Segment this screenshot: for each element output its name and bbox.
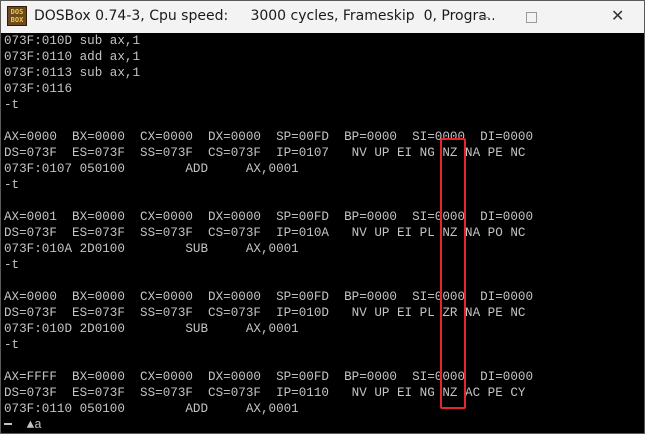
close-icon: ✕: [611, 6, 625, 25]
console-line: 073F:0110 add ax,1: [4, 50, 141, 64]
minimize-icon: [479, 17, 489, 18]
dosbox-icon: DOS BOX: [7, 6, 27, 26]
console-line: -t: [4, 98, 20, 112]
console-line: DS=073F ES=073F SS=073F CS=073F IP=010A …: [4, 226, 526, 240]
console-line: AX=0000 BX=0000 CX=0000 DX=0000 SP=00FD …: [4, 290, 534, 304]
dos-console[interactable]: 073F:010D sub ax,1 073F:0110 add ax,1 073F…: [4, 33, 644, 433]
console-line: AX=FFFF BX=0000 CX=0000 DX=0000 SP=00FD …: [4, 370, 534, 384]
dosbox-window: DOS BOX DOSBox 0.74-3, Cpu speed: 3000 c…: [0, 0, 645, 434]
console-line: 073F:0116: [4, 82, 73, 96]
text-cursor: [4, 423, 12, 425]
title-bar[interactable]: DOS BOX DOSBox 0.74-3, Cpu speed: 3000 c…: [1, 1, 644, 33]
console-line: DS=073F ES=073F SS=073F CS=073F IP=0107 …: [4, 146, 526, 160]
console-line: DS=073F ES=073F SS=073F CS=073F IP=010D …: [4, 306, 526, 320]
console-line: -t: [4, 338, 20, 352]
maximize-button[interactable]: [508, 1, 554, 33]
console-line: AX=0001 BX=0000 CX=0000 DX=0000 SP=00FD …: [4, 210, 534, 224]
console-line: - ▲a: [4, 418, 42, 432]
console-line: 073F:0110 050100 ADD AX,0001: [4, 402, 299, 416]
console-line: 073F:0113 sub ax,1: [4, 66, 141, 80]
console-line: 073F:010D sub ax,1: [4, 34, 141, 48]
console-line: -t: [4, 178, 20, 192]
console-line: DS=073F ES=073F SS=073F CS=073F IP=0110 …: [4, 386, 526, 400]
console-line: 073F:010A 2D0100 SUB AX,0001: [4, 242, 299, 256]
minimize-button[interactable]: [461, 1, 507, 33]
console-line: AX=0000 BX=0000 CX=0000 DX=0000 SP=00FD …: [4, 130, 534, 144]
window-title: DOSBox 0.74-3, Cpu speed: 3000 cycles, F…: [34, 8, 494, 24]
console-line: 073F:0107 050100 ADD AX,0001: [4, 162, 299, 176]
console-line: -t: [4, 258, 20, 272]
flag-highlight-box: [440, 138, 466, 409]
close-button[interactable]: ✕: [555, 1, 644, 33]
maximize-icon: [526, 12, 537, 23]
console-line: 073F:010D 2D0100 SUB AX,0001: [4, 322, 299, 336]
